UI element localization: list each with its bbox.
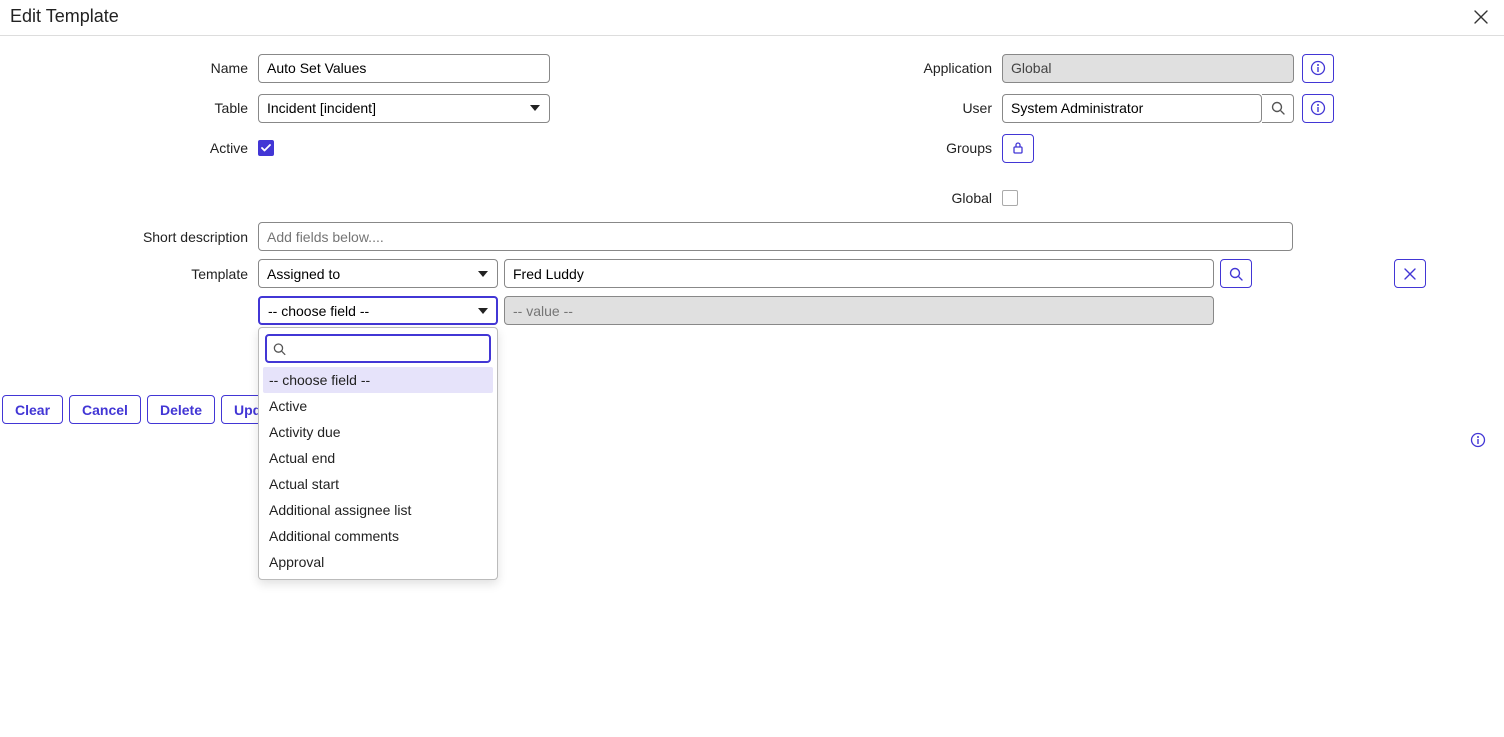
application-label: Application — [912, 60, 1002, 76]
info-icon — [1310, 60, 1326, 76]
application-input — [1002, 54, 1294, 83]
dropdown-option[interactable]: Actual end — [263, 445, 493, 471]
check-icon — [261, 144, 271, 152]
dropdown-option[interactable]: Additional comments — [263, 523, 493, 549]
page-title: Edit Template — [10, 6, 119, 27]
info-icon — [1310, 100, 1326, 116]
user-input[interactable] — [1002, 94, 1262, 123]
search-icon — [1271, 101, 1285, 115]
global-checkbox[interactable] — [1002, 190, 1018, 206]
search-icon — [1229, 267, 1243, 281]
page-header: Edit Template — [0, 0, 1504, 36]
user-info-button[interactable] — [1302, 94, 1334, 123]
global-label: Global — [912, 190, 1002, 206]
dropdown-option[interactable]: Active — [263, 393, 493, 419]
name-label: Name — [8, 60, 258, 76]
dropdown-option[interactable]: Activity due — [263, 419, 493, 445]
close-icon — [1474, 10, 1488, 24]
user-label: User — [912, 100, 1002, 116]
name-input[interactable] — [258, 54, 550, 83]
short-description-label: Short description — [8, 229, 258, 245]
search-icon — [273, 342, 286, 356]
dropdown-option[interactable]: Additional assignee list — [263, 497, 493, 523]
dropdown-option[interactable]: Actual start — [263, 471, 493, 497]
table-select[interactable] — [258, 94, 550, 123]
close-icon — [1404, 268, 1416, 280]
template-value-lookup-1[interactable] — [1220, 259, 1252, 288]
active-label: Active — [8, 140, 258, 156]
field-dropdown-panel: -- choose field -- Active Activity due A… — [258, 327, 498, 580]
active-checkbox[interactable] — [258, 140, 274, 156]
dropdown-option[interactable]: Approval — [263, 549, 493, 575]
groups-label: Groups — [912, 140, 1002, 156]
cancel-button[interactable]: Cancel — [69, 395, 141, 424]
user-lookup-button[interactable] — [1262, 94, 1294, 123]
template-label: Template — [8, 266, 258, 282]
template-value-input-1[interactable] — [504, 259, 1214, 288]
template-value-input-2 — [504, 296, 1214, 325]
clear-button[interactable]: Clear — [2, 395, 63, 424]
table-label: Table — [8, 100, 258, 116]
template-field-select-1[interactable] — [258, 259, 498, 288]
short-description-input[interactable] — [258, 222, 1293, 251]
close-button[interactable] — [1474, 10, 1488, 24]
dropdown-search-input[interactable] — [292, 341, 483, 357]
application-info-button[interactable] — [1302, 54, 1334, 83]
dropdown-option[interactable]: -- choose field -- — [263, 367, 493, 393]
groups-lock-button[interactable] — [1002, 134, 1034, 163]
template-remove-row-1[interactable] — [1394, 259, 1426, 288]
lock-icon — [1011, 141, 1025, 155]
info-icon — [1470, 432, 1486, 448]
page-info-icon[interactable] — [1470, 432, 1486, 448]
delete-button[interactable]: Delete — [147, 395, 215, 424]
template-field-select-2[interactable] — [258, 296, 498, 325]
dropdown-search-box — [265, 334, 491, 363]
